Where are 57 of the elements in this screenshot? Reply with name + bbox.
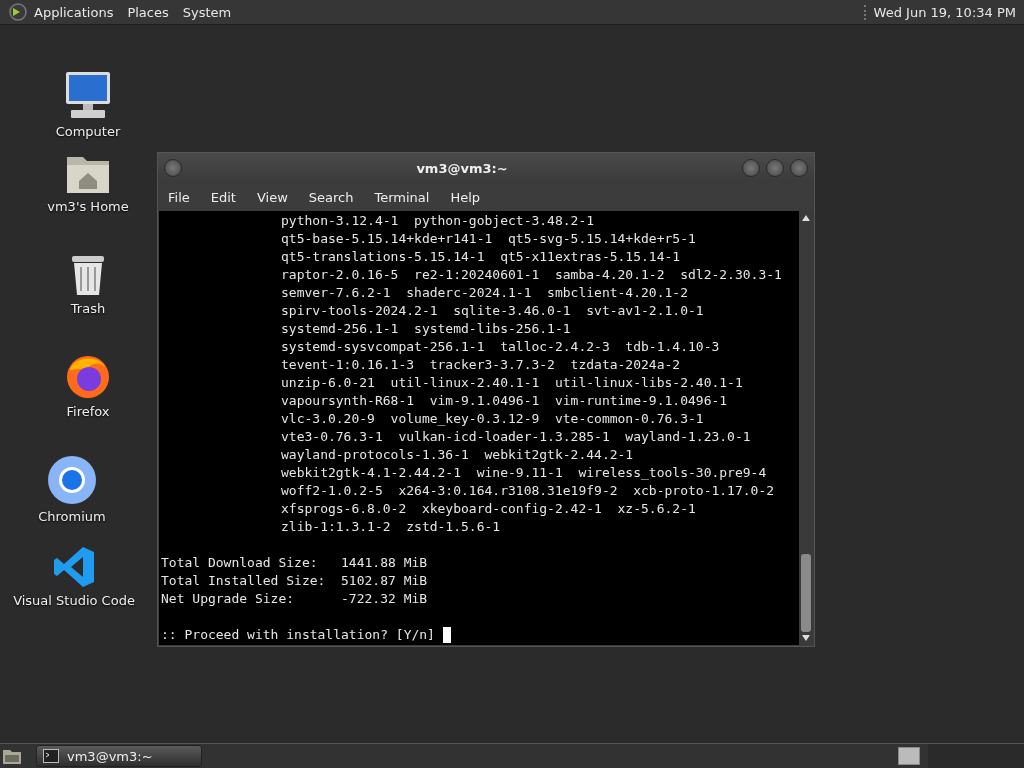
terminal-line: Net Upgrade Size: -722.32 MiB [161, 590, 428, 608]
terminal-prompt: :: Proceed with installation? [Y/n] [161, 626, 436, 644]
text-cursor [442, 627, 451, 643]
terminal-line: unzip-6.0-21 util-linux-2.40.1-1 util-linux-libs-2.40.1-1 [281, 374, 743, 392]
menu-item[interactable]: Search [300, 189, 362, 205]
terminal-line: woff2-1.0.2-5 x264-3:0.164.r3108.31e19f9-2 xcb-proto-1.17.0-2 [281, 482, 775, 500]
desktop-icon-label[interactable]: Visual Studio Code [13, 593, 135, 608]
clock[interactable]: Wed Jun 19, 10:34 PM [863, 4, 1016, 20]
terminal-line: qt5-base-5.15.14+kde+r141-1 qt5-svg-5.15.14+kde+r5-1 [281, 230, 696, 248]
terminal-line: vapoursynth-R68-1 vim-9.1.0496-1 vim-runtime-9.1.0496-1 [281, 392, 728, 410]
workspace-switcher[interactable] [898, 747, 920, 765]
desktop-icon-label[interactable]: Chromium [38, 509, 106, 524]
chromium-icon[interactable] [47, 455, 97, 505]
computer-icon[interactable] [63, 70, 113, 120]
panel-menu[interactable]: Places [127, 4, 169, 20]
terminal-line: vte3-0.76.3-1 vulkan-icd-loader-1.3.285-1 wayland-1.23.0-1 [281, 428, 751, 446]
panel-menu[interactable]: Applications [34, 4, 114, 20]
terminal-line: webkit2gtk-4.1-2.44.2-1 wine-9.11-1 wireless_tools-30.pre9-4 [281, 464, 767, 482]
panel-menu[interactable]: System [182, 4, 232, 20]
menu-logo-icon[interactable] [8, 2, 28, 22]
terminal-line: vlc-3.0.20-9 volume_key-0.3.12-9 vte-common-0.76.3-1 [281, 410, 704, 428]
maximize-button[interactable] [766, 159, 784, 177]
menu-item[interactable]: Terminal [366, 189, 438, 205]
desktop-icon-label[interactable]: Firefox [66, 404, 110, 419]
code-editor-icon[interactable] [52, 545, 96, 589]
terminal-line: tevent-1:0.16.1-3 tracker3-3.7.3-2 tzdata-2024a-2 [281, 356, 681, 374]
terminal-line: semver-7.6.2-1 shaderc-2024.1-1 smbclient-4.20.1-2 [281, 284, 688, 302]
window-menu-button[interactable] [164, 159, 182, 177]
menu-item[interactable]: Edit [202, 189, 244, 205]
scroll-down-icon[interactable] [801, 634, 811, 642]
menu-item[interactable]: File [160, 189, 198, 205]
terminal-line: zlib-1:1.3.1-2 zstd-1.5.6-1 [281, 518, 501, 536]
terminal-line: systemd-256.1-1 systemd-libs-256.1-1 [281, 320, 571, 338]
terminal-line: qt5-translations-5.15.14-1 qt5-x11extras-5.15.14-1 [281, 248, 681, 266]
scroll-up-icon[interactable] [801, 214, 811, 222]
desktop-icon-label[interactable]: Trash [70, 301, 106, 316]
desktop-icon-label[interactable]: vm3's Home [47, 199, 129, 214]
terminal-line: python-3.12.4-1 python-gobject-3.48.2-1 [281, 212, 595, 230]
minimize-button[interactable] [742, 159, 760, 177]
desktop-icon-label[interactable]: Computer [55, 124, 121, 139]
scrollbar-thumb[interactable] [801, 554, 811, 632]
menu-item[interactable]: View [248, 189, 296, 205]
scrollbar[interactable] [799, 211, 813, 645]
terminal-line: wayland-protocols-1.36-1 webkit2gtk-2.44.2-1 [281, 446, 634, 464]
terminal-line: xfsprogs-6.8.0-2 xkeyboard-config-2.42-1 xz-5.6.2-1 [281, 500, 696, 518]
terminal-icon [43, 749, 59, 763]
terminal-line: systemd-sysvcompat-256.1-1 talloc-2.4.2-3 tdb-1.4.10-3 [281, 338, 720, 356]
terminal-line: Total Installed Size: 5102.87 MiB [161, 572, 428, 590]
window-title: vm3@vm3:~ [415, 160, 509, 176]
terminal-line: raptor-2.0.16-5 re2-1:20240601-1 samba-4.20.1-2 sdl2-2.30.3-1 [281, 266, 782, 284]
terminal-line: spirv-tools-2024.2-1 sqlite-3.46.0-1 svt-av1-2.1.0-1 [281, 302, 704, 320]
menu-item[interactable]: Help [442, 189, 489, 205]
show-desktop-icon[interactable] [2, 747, 22, 765]
trash-icon[interactable] [69, 253, 107, 297]
taskbar-button[interactable]: vm3@vm3:~ [36, 745, 202, 767]
close-button[interactable] [790, 159, 808, 177]
terminal-line: Total Download Size: 1441.88 MiB [161, 554, 428, 572]
